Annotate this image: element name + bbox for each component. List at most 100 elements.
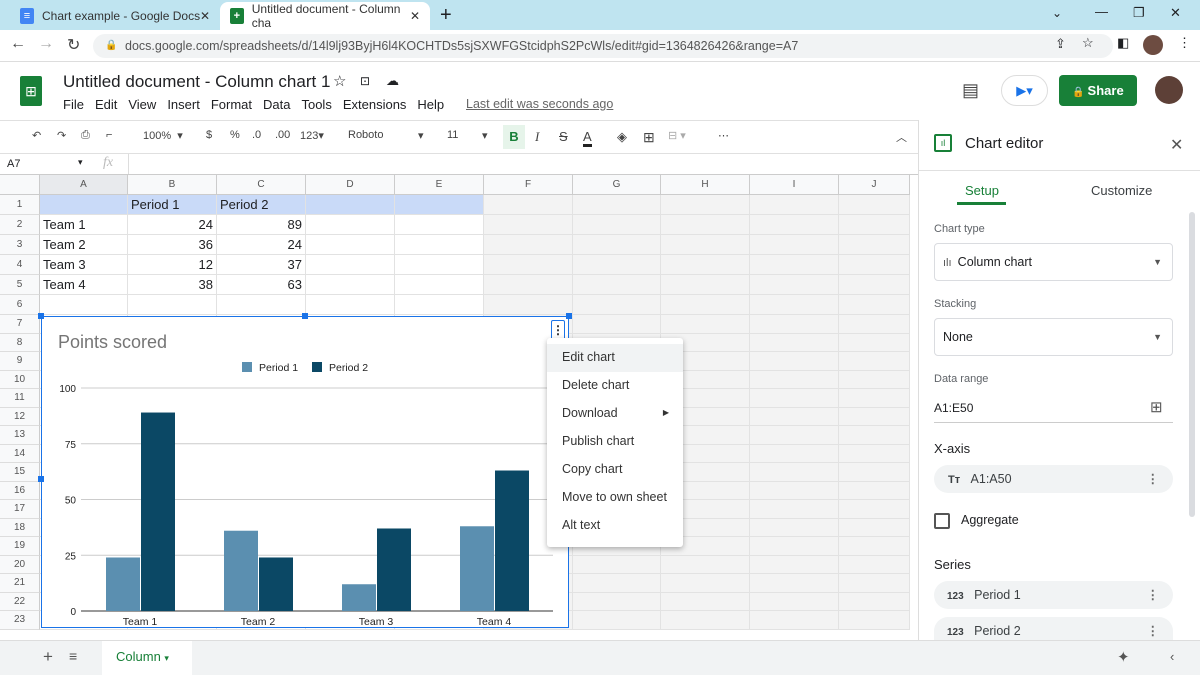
row-header-15[interactable]: 15 <box>0 463 40 482</box>
cell-a2[interactable]: Team 1 <box>40 215 128 235</box>
zoom-select[interactable]: 100% ▾ <box>143 129 183 142</box>
more-options-icon[interactable]: ⋮ <box>1147 617 1160 640</box>
menu-format[interactable]: Format <box>211 97 252 112</box>
strikethrough-button[interactable]: S <box>559 129 568 144</box>
cell-g22[interactable] <box>573 592 661 611</box>
cell-h21[interactable] <box>661 574 750 593</box>
cell-c3[interactable]: 24 <box>217 235 306 255</box>
menu-item-alt-text[interactable]: Alt text <box>547 512 683 540</box>
cell-f4[interactable] <box>484 255 573 275</box>
print-icon[interactable]: ⎙ <box>81 129 90 142</box>
column-header-b[interactable]: B <box>128 175 217 195</box>
cell-c1[interactable]: Period 2 <box>217 195 306 215</box>
cell-j6[interactable] <box>839 295 910 315</box>
menu-view[interactable]: View <box>128 97 156 112</box>
redo-icon[interactable]: ↷ <box>57 129 66 142</box>
tab-customize[interactable]: Customize <box>1091 183 1152 198</box>
url-input[interactable]: 🔒 docs.google.com/spreadsheets/d/14l9lj93… <box>93 34 1113 58</box>
last-edit-link[interactable]: Last edit was seconds ago <box>466 97 613 111</box>
cell-j15[interactable] <box>839 463 910 482</box>
row-header-9[interactable]: 9 <box>0 352 40 371</box>
cell-g2[interactable] <box>573 215 661 235</box>
cell-g1[interactable] <box>573 195 661 215</box>
cell-j5[interactable] <box>839 275 910 295</box>
menu-item-copy-chart[interactable]: Copy chart <box>547 456 683 484</box>
cell-d2[interactable] <box>306 215 395 235</box>
cell-d1[interactable] <box>306 195 395 215</box>
share-page-icon[interactable]: ⇪ <box>1055 36 1066 52</box>
row-header-12[interactable]: 12 <box>0 407 40 426</box>
cell-i2[interactable] <box>750 215 839 235</box>
cell-i12[interactable] <box>750 407 839 426</box>
comments-icon[interactable]: ▤ <box>962 80 979 101</box>
menu-insert[interactable]: Insert <box>167 97 200 112</box>
row-header-13[interactable]: 13 <box>0 426 40 445</box>
menu-item-move-to-own-sheet[interactable]: Move to own sheet <box>547 484 683 512</box>
cell-j14[interactable] <box>839 444 910 463</box>
cell-a1[interactable] <box>40 195 128 215</box>
cell-b2[interactable]: 24 <box>128 215 217 235</box>
cell-i14[interactable] <box>750 444 839 463</box>
chart-menu-icon[interactable]: ⋮ <box>551 320 565 340</box>
reload-icon[interactable]: ↻ <box>67 35 80 55</box>
row-header-10[interactable]: 10 <box>0 370 40 389</box>
menu-item-download[interactable]: Download ▶ <box>547 400 683 428</box>
row-header-14[interactable]: 14 <box>0 444 40 463</box>
cell-e1[interactable] <box>395 195 484 215</box>
size-caret-icon[interactable]: ▾ <box>482 129 488 142</box>
series-item[interactable]: 123 Period 1 ⋮ <box>934 581 1173 609</box>
cell-h23[interactable] <box>661 611 750 630</box>
explore-icon[interactable]: ✦ <box>1117 648 1130 666</box>
menu-edit[interactable]: Edit <box>95 97 117 112</box>
select-all-corner[interactable] <box>0 175 40 195</box>
cell-i1[interactable] <box>750 195 839 215</box>
cell-i18[interactable] <box>750 518 839 537</box>
cell-j1[interactable] <box>839 195 910 215</box>
cell-b5[interactable]: 38 <box>128 275 217 295</box>
cell-d4[interactable] <box>306 255 395 275</box>
cell-f5[interactable] <box>484 275 573 295</box>
bookmark-star-icon[interactable]: ☆ <box>1082 35 1094 51</box>
undo-icon[interactable]: ↶ <box>32 129 41 142</box>
cell-i13[interactable] <box>750 426 839 445</box>
menu-item-edit-chart[interactable]: Edit chart <box>547 344 683 372</box>
cell-a3[interactable]: Team 2 <box>40 235 128 255</box>
all-sheets-icon[interactable]: ≡ <box>69 648 77 664</box>
row-header-6[interactable]: 6 <box>0 295 40 315</box>
cell-c4[interactable]: 37 <box>217 255 306 275</box>
row-header-3[interactable]: 3 <box>0 235 40 255</box>
resize-handle[interactable] <box>38 313 44 319</box>
menu-tools[interactable]: Tools <box>301 97 331 112</box>
cell-b3[interactable]: 36 <box>128 235 217 255</box>
cell-h6[interactable] <box>661 295 750 315</box>
column-header-i[interactable]: I <box>750 175 839 195</box>
menu-data[interactable]: Data <box>263 97 290 112</box>
series-item[interactable]: 123 Period 2 ⋮ <box>934 617 1173 640</box>
more-formats-button[interactable]: 123▾ <box>300 129 324 142</box>
cell-i10[interactable] <box>750 370 839 389</box>
cell-e2[interactable] <box>395 215 484 235</box>
sheets-logo[interactable]: ⊞ <box>20 76 42 106</box>
menu-extensions[interactable]: Extensions <box>343 97 407 112</box>
more-options-icon[interactable]: ⋮ <box>1147 465 1160 493</box>
column-header-a[interactable]: A <box>40 175 128 195</box>
sidepanel-icon[interactable]: ◧ <box>1117 35 1129 51</box>
row-header-1[interactable]: 1 <box>0 195 40 215</box>
x-axis-item[interactable]: Tт A1:A50 ⋮ <box>934 465 1173 493</box>
cell-h7[interactable] <box>661 315 750 334</box>
merge-cells-icon[interactable]: ⊟ ▾ <box>668 129 686 142</box>
cell-j9[interactable] <box>839 352 910 371</box>
cell-a5[interactable]: Team 4 <box>40 275 128 295</box>
move-icon[interactable]: ⊡ <box>360 74 370 88</box>
more-button[interactable]: ⋯ <box>718 129 729 142</box>
menu-item-delete-chart[interactable]: Delete chart <box>547 372 683 400</box>
embedded-chart[interactable]: Points scored 0 25 50 75 100 Period 1 Period 2 T… <box>41 316 569 628</box>
cell-f1[interactable] <box>484 195 573 215</box>
cell-i19[interactable] <box>750 537 839 556</box>
cell-g3[interactable] <box>573 235 661 255</box>
menu-file[interactable]: File <box>63 97 84 112</box>
column-header-h[interactable]: H <box>661 175 750 195</box>
cell-h1[interactable] <box>661 195 750 215</box>
cell-j18[interactable] <box>839 518 910 537</box>
row-header-8[interactable]: 8 <box>0 333 40 352</box>
